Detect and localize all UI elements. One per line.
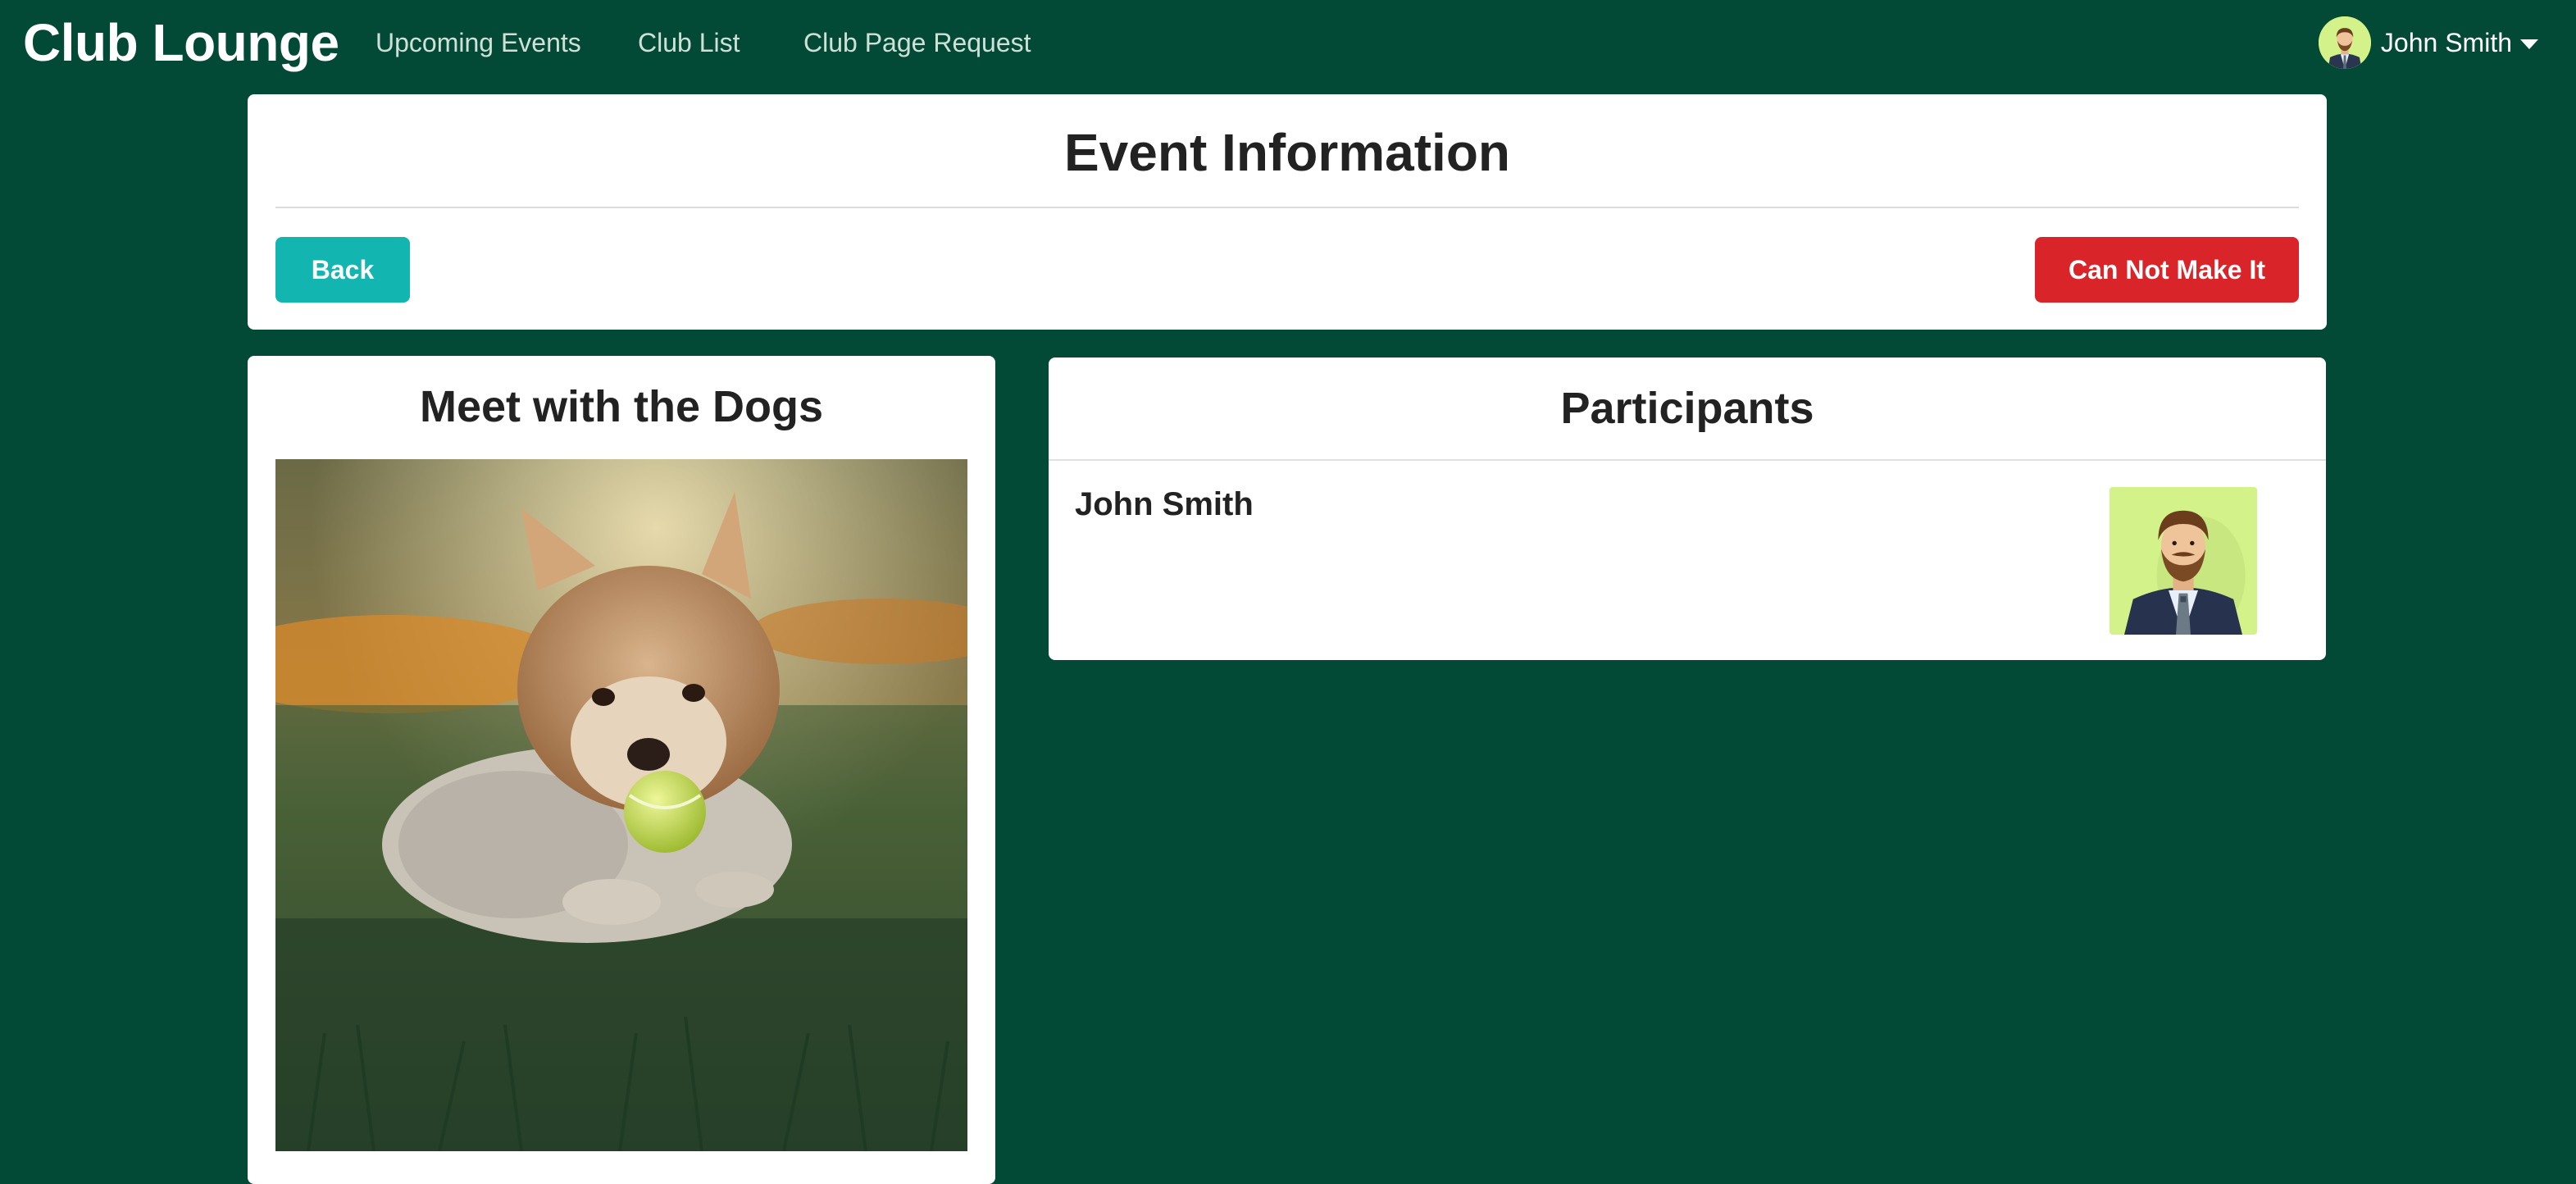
- nav-link-upcoming-events[interactable]: Upcoming Events: [375, 25, 581, 61]
- event-title: Meet with the Dogs: [419, 382, 823, 431]
- brand-logo[interactable]: Club Lounge: [23, 8, 339, 77]
- page-title: Event Information: [1063, 123, 1511, 182]
- nav-link-club-list[interactable]: Club List: [638, 25, 740, 61]
- event-image: [275, 459, 967, 1151]
- user-avatar: [2318, 16, 2371, 69]
- participant-avatar: [2109, 487, 2257, 635]
- chevron-down-icon: [2520, 39, 2538, 49]
- user-name-label: John Smith: [2380, 28, 2512, 57]
- dog-photo-illustration: [275, 459, 967, 1151]
- event-detail-card: Meet with the Dogs: [248, 356, 995, 1184]
- divider: [275, 207, 2299, 208]
- participants-card: Participants John Smith: [1049, 357, 2326, 660]
- back-button[interactable]: Back: [275, 237, 410, 303]
- nav-link-club-page-request[interactable]: Club Page Request: [803, 25, 1031, 61]
- user-menu-dropdown[interactable]: John Smith: [2318, 16, 2538, 69]
- person-avatar-icon: [2318, 16, 2371, 69]
- can-not-make-it-button[interactable]: Can Not Make It: [2035, 237, 2299, 303]
- participants-title: Participants: [1560, 384, 1814, 433]
- participant-name: John Smith: [1075, 486, 1254, 522]
- top-navbar: Club Lounge Upcoming Events Club List Cl…: [0, 0, 2576, 85]
- divider: [1049, 459, 2326, 461]
- event-information-card: Event Information Back Can Not Make It: [248, 94, 2327, 330]
- person-avatar-icon: [2109, 487, 2257, 635]
